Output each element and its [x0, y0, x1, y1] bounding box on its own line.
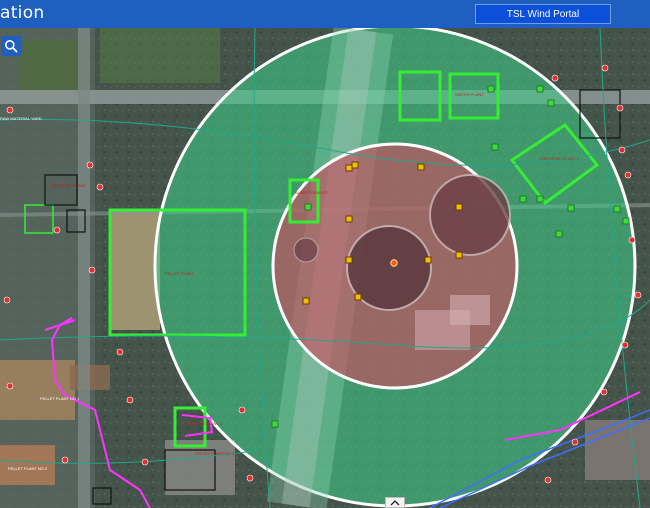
building [0, 445, 55, 485]
yellow-receptor [345, 215, 353, 223]
red-marker [624, 171, 632, 179]
green-area [100, 28, 220, 83]
yellow-receptor [302, 297, 310, 305]
red-marker [544, 476, 552, 484]
green-receptor [555, 230, 563, 238]
red-marker [616, 104, 624, 112]
green-receptor [304, 203, 312, 211]
red-marker [618, 146, 626, 154]
red-marker [61, 456, 69, 464]
tsl-wind-portal-button[interactable]: TSL Wind Portal [475, 4, 611, 24]
green-receptor [519, 195, 527, 203]
collapse-panel-button[interactable] [385, 497, 405, 508]
green-receptor [613, 205, 621, 213]
chevron-up-icon [390, 499, 400, 505]
yellow-receptor [455, 251, 463, 259]
red-marker [600, 388, 608, 396]
red-marker [3, 296, 11, 304]
red-marker [116, 348, 124, 356]
green-receptor [487, 85, 495, 93]
red-marker [96, 183, 104, 191]
yellow-receptor [351, 161, 359, 169]
red-marker [141, 458, 149, 466]
map-canvas[interactable]: SINTERING PLANT PELLET PLANT SINTERING P… [0, 28, 650, 508]
search-icon [5, 40, 18, 53]
search-button[interactable] [1, 36, 21, 56]
red-marker [88, 266, 96, 274]
map-label: SINTERING PLANT [50, 183, 86, 188]
yellow-receptor [417, 163, 425, 171]
red-marker [634, 291, 642, 299]
map-label: PELLET PLANT NO 2 [8, 466, 48, 471]
red-marker [238, 406, 246, 414]
red-marker [621, 341, 629, 349]
building [585, 420, 650, 480]
red-marker [601, 64, 609, 72]
header-bar: ation TSL Wind Portal [0, 0, 650, 28]
red-marker [551, 74, 559, 82]
building [110, 210, 160, 330]
clarifier-tank [429, 174, 511, 256]
green-receptor [622, 217, 630, 225]
building [0, 360, 75, 420]
map-label: BLAST FURNACE [295, 190, 328, 195]
green-receptor [547, 99, 555, 107]
map-label: PELLET PLANT NO 1 [40, 396, 80, 401]
map-label: SINTERING PLANT 2 [540, 156, 580, 161]
road [78, 28, 90, 508]
red-marker [53, 226, 61, 234]
small-tank [293, 237, 319, 263]
green-receptor [567, 204, 575, 212]
map-label: PELLET PLANT NO 3 [195, 451, 235, 456]
green-receptor [271, 420, 279, 428]
green-receptor [536, 195, 544, 203]
red-marker [86, 161, 94, 169]
yellow-receptor [345, 164, 353, 172]
red-marker [126, 396, 134, 404]
yellow-receptor [345, 256, 353, 264]
red-marker [6, 106, 14, 114]
building [450, 295, 490, 325]
red-marker [571, 438, 579, 446]
map-label: PELLET PLANT [165, 271, 194, 276]
yellow-receptor [354, 293, 362, 301]
yellow-receptor [424, 256, 432, 264]
source-marker[interactable] [390, 259, 398, 267]
red-marker [628, 236, 636, 244]
green-receptor [536, 85, 544, 93]
building [165, 440, 235, 495]
green-receptor [491, 143, 499, 151]
map-label: SINTERING PLANT 3 [183, 421, 223, 426]
map-label: SINTER PLANT [455, 92, 484, 97]
yellow-receptor [455, 203, 463, 211]
map-label: RAW MATERIAL YARD [0, 116, 42, 121]
app-title: ation [0, 3, 45, 23]
red-marker [6, 382, 14, 390]
red-marker [246, 474, 254, 482]
